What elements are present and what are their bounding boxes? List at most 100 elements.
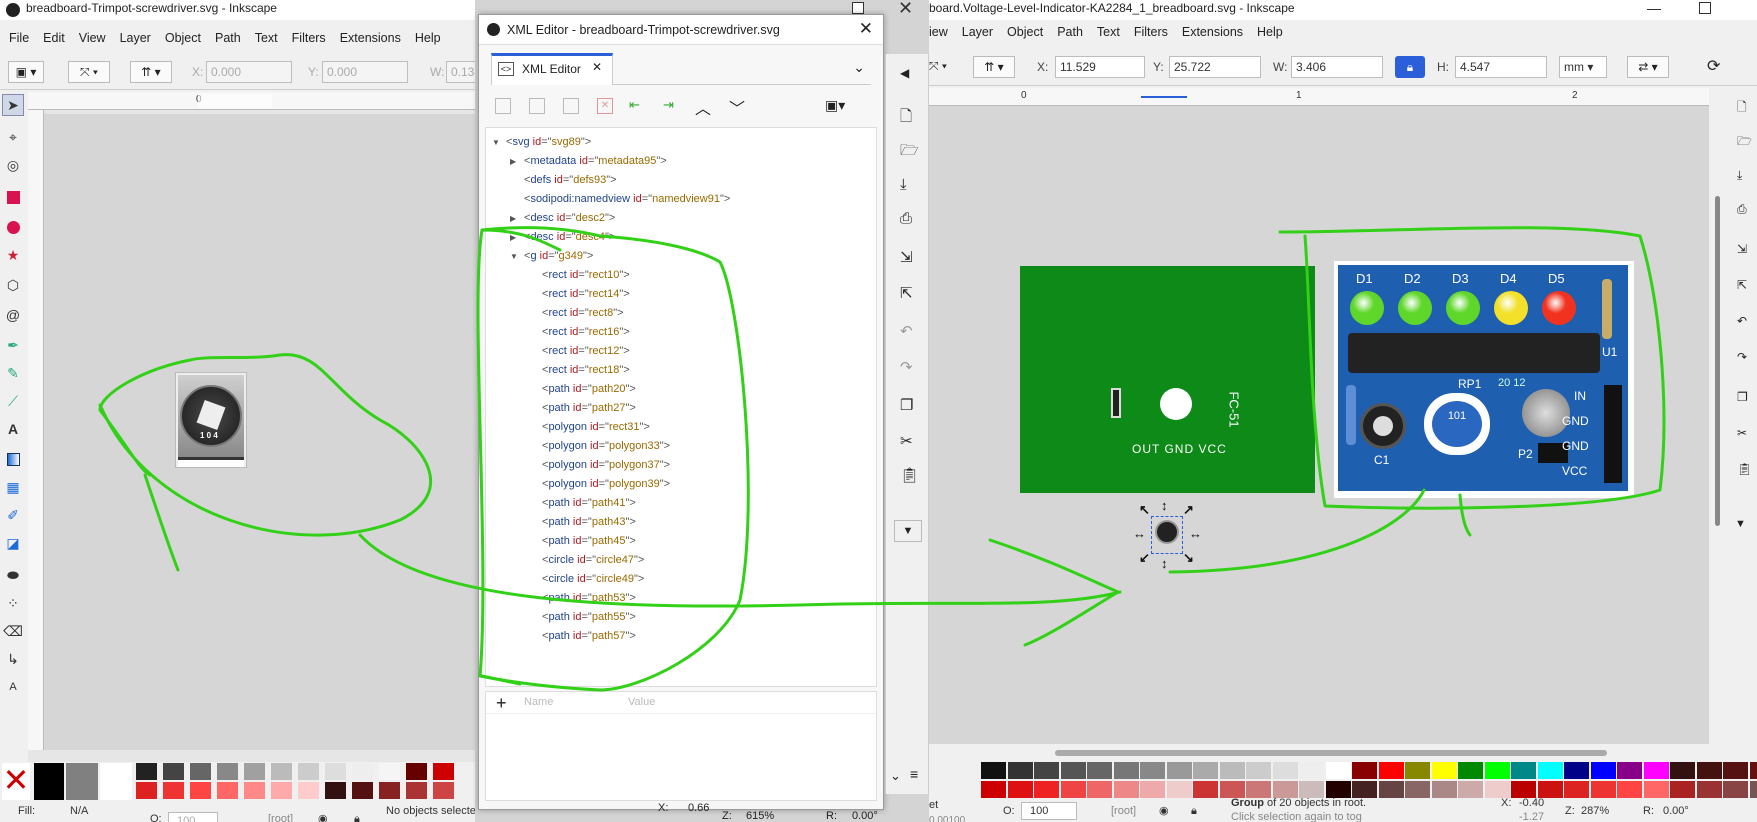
color-swatch[interactable] <box>1590 781 1616 798</box>
redo-icon[interactable]: ↷ <box>1737 350 1747 364</box>
xml-node-row[interactable]: <defs id="defs93"> <box>510 172 617 188</box>
color-swatch[interactable] <box>406 763 427 780</box>
color-swatch[interactable] <box>433 763 454 780</box>
left-rotation-value[interactable]: 0.00° <box>852 810 878 822</box>
export-icon[interactable]: ⇱ <box>900 284 913 302</box>
layout-toggle-icon[interactable]: ▣▾ <box>825 97 845 114</box>
color-swatch[interactable] <box>190 782 211 799</box>
color-swatch[interactable] <box>136 763 157 780</box>
color-swatch[interactable] <box>1272 762 1298 779</box>
tab-menu-chevron-icon[interactable]: ⌄ <box>853 59 865 76</box>
color-swatch[interactable] <box>1325 762 1351 779</box>
right-maximize-icon[interactable] <box>1699 2 1711 14</box>
expander-icon[interactable]: ▼ <box>492 135 506 151</box>
color-swatch[interactable] <box>1007 781 1033 798</box>
color-swatch[interactable] <box>1696 781 1722 798</box>
swatch-black[interactable] <box>34 763 64 801</box>
left-canvas[interactable]: 1 0 4 <box>44 110 475 750</box>
xml-node-row[interactable]: <polygon id="polygon39"> <box>528 476 670 492</box>
unindent-node-icon[interactable]: ⇤ <box>629 97 640 113</box>
color-swatch[interactable] <box>1590 762 1616 779</box>
menu-text[interactable]: Text <box>1090 20 1127 44</box>
color-swatch[interactable] <box>190 763 211 780</box>
print-document-icon[interactable]: ⎙ <box>900 210 912 227</box>
menu-hamburger-icon[interactable]: ≡ <box>910 766 918 782</box>
snap-icon[interactable]: ⟳ <box>1707 56 1720 76</box>
right-canvas[interactable]: FC-51 OUT GND VCC D1 D2 D3 D4 D5 U1 C1 RP1 2… <box>929 106 1709 744</box>
xml-editor-tab[interactable]: <> XML Editor ✕ <box>491 53 613 85</box>
color-swatch[interactable] <box>1723 781 1748 798</box>
menu-extensions[interactable]: Extensions <box>1175 20 1250 44</box>
calligraphy-tool-icon[interactable]: ⟋ <box>2 390 24 412</box>
color-swatch[interactable] <box>1007 762 1033 779</box>
raise-node-icon[interactable]: ︿ <box>695 95 711 119</box>
xml-node-row[interactable]: <path id="path57"> <box>528 628 636 644</box>
menu-help[interactable]: Help <box>408 26 448 50</box>
xml-node-row[interactable]: <polygon id="rect31"> <box>528 419 650 435</box>
xml-node-row[interactable]: <path id="path43"> <box>528 514 636 530</box>
xml-node-row[interactable]: <circle id="circle49"> <box>528 571 644 587</box>
undo-icon[interactable]: ↶ <box>1737 314 1747 328</box>
unit-select[interactable]: mm ▾ <box>1559 56 1607 78</box>
swatch-white[interactable] <box>100 763 132 801</box>
new-text-node-icon[interactable] <box>529 98 545 114</box>
opacity-input[interactable]: 100 <box>168 812 218 822</box>
save-document-icon[interactable]: ⤓ <box>900 176 907 193</box>
menu-layer[interactable]: Layer <box>113 26 158 50</box>
save-document-icon[interactable]: ⤓ <box>1737 168 1742 183</box>
color-swatch[interactable] <box>1723 762 1748 779</box>
tweak-spray-icon[interactable]: ⬬ <box>2 564 24 586</box>
star-tool-icon[interactable]: ★ <box>2 244 24 266</box>
y-input[interactable]: 0.000 <box>322 61 408 83</box>
expander-icon[interactable]: ▶ <box>510 154 524 170</box>
menu-layer[interactable]: Layer <box>955 20 1000 44</box>
scale-handle-icon[interactable]: ↕ <box>1161 556 1168 571</box>
fc51-sensor-board[interactable]: FC-51 OUT GND VCC <box>1020 266 1315 493</box>
new-document-icon[interactable]: 🗋︎ <box>1737 98 1747 119</box>
color-swatch[interactable] <box>406 782 427 799</box>
lower-node-icon[interactable]: ﹀ <box>729 95 745 119</box>
new-document-icon[interactable]: 🗋︎ <box>900 106 912 131</box>
color-swatch[interactable] <box>298 782 319 799</box>
color-swatch[interactable] <box>1246 762 1271 779</box>
selector-tool-icon[interactable]: ➤ <box>2 94 24 116</box>
transform-options-icon[interactable]: ⇄ ▾ <box>1627 56 1669 78</box>
color-swatch[interactable] <box>1405 781 1430 798</box>
3dbox-tool-icon[interactable]: ⬡ <box>2 274 24 296</box>
tweak-tool-icon[interactable]: ◎ <box>2 154 24 176</box>
color-swatch[interactable] <box>1617 781 1642 798</box>
connector-tool-icon[interactable]: ↳ <box>2 648 24 670</box>
rect-tool-icon[interactable] <box>2 186 24 208</box>
color-swatch[interactable] <box>1749 781 1757 798</box>
xml-node-row[interactable]: ▶ <desc id="desc2"> <box>510 210 615 227</box>
color-swatch[interactable] <box>1352 762 1377 779</box>
copy-icon[interactable]: ❐ <box>1737 390 1748 404</box>
xml-node-row[interactable]: ▼ <g id="g349"> <box>510 248 593 265</box>
xml-node-row[interactable]: <rect id="rect10"> <box>528 267 630 283</box>
scale-handle-icon[interactable]: ↙ <box>1139 550 1150 566</box>
xml-node-row[interactable]: <rect id="rect16"> <box>528 324 630 340</box>
zoom-value[interactable]: 287% <box>1581 800 1609 822</box>
scale-handle-icon[interactable]: ↕ <box>1161 498 1168 513</box>
left-horizontal-scrollbar[interactable] <box>28 750 475 762</box>
align-icon[interactable]: ⇈ ▾ <box>130 61 172 83</box>
xml-node-row[interactable]: <rect id="rect18"> <box>528 362 630 378</box>
node-tool-icon[interactable]: ⌖ <box>2 126 24 148</box>
right-vertical-scrollbar[interactable] <box>1711 106 1727 626</box>
h-input[interactable]: 4.547 <box>1455 56 1547 78</box>
eye-icon[interactable]: ◉ <box>318 808 328 822</box>
xml-tab-close-icon[interactable]: ✕ <box>592 60 602 74</box>
scale-handle-icon[interactable]: ↗ <box>1183 502 1194 518</box>
expander-icon[interactable]: ▶ <box>510 230 524 246</box>
color-swatch[interactable] <box>244 782 265 799</box>
color-swatch[interactable] <box>1166 781 1192 798</box>
mesh-tool-icon[interactable]: ▦ <box>2 476 24 498</box>
copy-icon[interactable]: ❐ <box>900 396 913 414</box>
xml-node-row[interactable]: <path id="path45"> <box>528 533 636 549</box>
color-swatch[interactable] <box>1060 762 1086 779</box>
color-swatch[interactable] <box>1034 762 1059 779</box>
import-icon[interactable]: ⇲ <box>900 248 913 266</box>
color-swatch[interactable] <box>325 763 346 780</box>
no-paint-icon[interactable]: ✕ <box>2 763 30 801</box>
x-input[interactable]: 0.000 <box>206 61 292 83</box>
